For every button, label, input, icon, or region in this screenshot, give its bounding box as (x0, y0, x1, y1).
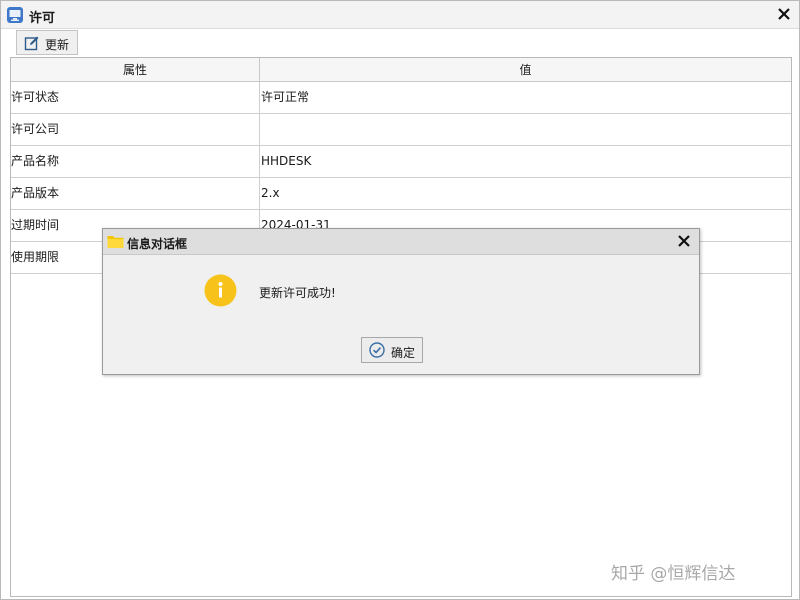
ok-button-label: 确定 (391, 346, 416, 360)
close-icon[interactable] (773, 3, 795, 25)
update-button-label: 更新 (45, 38, 70, 52)
toolbar: 更新 (1, 30, 799, 56)
window-titlebar: 许可 (1, 1, 799, 29)
table-row[interactable]: 产品版本 2.x (11, 178, 791, 210)
license-window: 许可 更新 属性 值 许可状态 许可正常 许可公司 产品名称 HHDESK 产品… (0, 0, 800, 600)
folder-icon (107, 236, 124, 248)
window-title: 许可 (29, 11, 56, 26)
column-header-value[interactable]: 值 (260, 58, 791, 82)
property-cell: 产品版本 (11, 178, 260, 209)
value-cell (261, 114, 791, 145)
close-icon[interactable] (675, 232, 693, 250)
table-header: 属性 值 (11, 58, 791, 82)
monitor-icon (7, 7, 23, 23)
info-dialog: 信息对话框 更新许可成功! 确定 (102, 228, 700, 375)
value-cell: 许可正常 (261, 90, 310, 104)
update-button[interactable]: 更新 (16, 30, 78, 55)
info-icon (204, 274, 237, 307)
edit-icon (24, 36, 39, 51)
table-row[interactable]: 许可公司 (11, 114, 791, 146)
property-cell: 许可公司 (11, 114, 260, 145)
ok-button[interactable]: 确定 (361, 337, 423, 363)
value-cell: HHDESK (261, 154, 312, 168)
value-cell: 2.x (261, 186, 280, 200)
dialog-message: 更新许可成功! (259, 286, 336, 300)
property-cell: 许可状态 (11, 82, 260, 113)
table-row[interactable]: 产品名称 HHDESK (11, 146, 791, 178)
property-cell: 产品名称 (11, 146, 260, 177)
dialog-titlebar: 信息对话框 (103, 229, 699, 255)
watermark: 知乎 @恒辉信达 (611, 564, 736, 584)
dialog-title: 信息对话框 (127, 237, 188, 251)
check-circle-icon (369, 342, 385, 358)
column-header-property[interactable]: 属性 (11, 58, 260, 82)
table-row[interactable]: 许可状态 许可正常 (11, 82, 791, 114)
